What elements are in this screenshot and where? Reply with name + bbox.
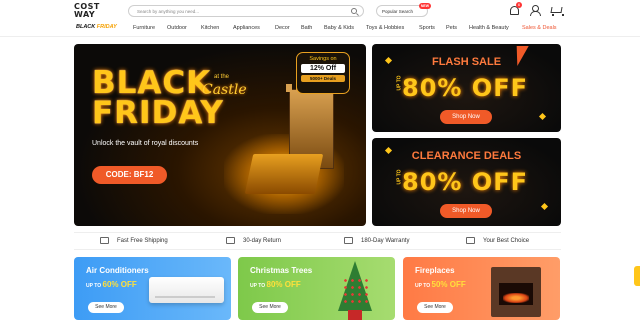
category-pct: 80% OFF — [266, 280, 301, 289]
see-more-button[interactable]: See More — [417, 302, 453, 313]
clearance-off: 80% OFF — [402, 168, 528, 196]
category-card-air-conditioners[interactable]: Air Conditioners UP TO 60% OFF See More — [74, 257, 231, 320]
hero-title-line2: FRIDAY — [92, 95, 224, 131]
feature-return: 30-day Return — [226, 237, 281, 244]
user-icon[interactable] — [529, 4, 541, 16]
truck-icon — [100, 237, 109, 244]
category-discount: UP TO 50% OFF — [415, 280, 466, 289]
tree-pot — [348, 310, 362, 320]
nav-item-furniture[interactable]: Furniture — [133, 25, 155, 31]
see-more-button[interactable]: See More — [88, 302, 124, 313]
hero-subtitle: Unlock the vault of royal discounts — [92, 140, 199, 147]
category-title: Air Conditioners — [86, 266, 149, 275]
black-friday-nav-logo[interactable]: BLACK FRIDAY — [76, 24, 117, 30]
tree-ornaments — [342, 277, 368, 307]
flash-sale-title: FLASH SALE — [431, 56, 502, 68]
side-feedback-tab[interactable] — [634, 266, 640, 286]
carousel-dots[interactable] — [280, 217, 298, 226]
nav-item-sales-deals[interactable]: Sales & Deals — [522, 25, 557, 31]
category-up-to: UP TO — [250, 283, 267, 289]
shield-icon — [344, 237, 353, 244]
popular-search-label: Popular Search — [382, 9, 414, 14]
category-up-to: UP TO — [86, 283, 103, 289]
savings-value: 12% Off — [301, 64, 345, 73]
savings-label: Savings on — [309, 56, 337, 62]
feature-return-label: 30-day Return — [243, 238, 282, 245]
hero-at-the: at the — [214, 74, 230, 80]
search-icon[interactable] — [351, 8, 357, 14]
treasure-chest-image — [244, 154, 324, 194]
features-bar: Fast Free Shipping 30-day Return 180-Day… — [74, 232, 561, 250]
category-discount: UP TO 80% OFF — [250, 280, 301, 289]
category-up-to: UP TO — [415, 283, 432, 289]
see-more-button[interactable]: See More — [252, 302, 288, 313]
diamond-icon — [466, 237, 475, 244]
feature-shipping: Fast Free Shipping — [100, 237, 168, 244]
clearance-title: CLEARANCE DEALS — [411, 150, 522, 162]
nav-item-pets[interactable]: Pets — [446, 25, 457, 31]
nav-item-appliances[interactable]: Appliances — [233, 25, 260, 31]
feature-best-choice: Your Best Choice — [466, 237, 529, 244]
header-divider — [0, 36, 640, 37]
notification-badge: 6 — [516, 2, 522, 8]
box-icon — [226, 237, 235, 244]
category-card-fireplaces[interactable]: Fireplaces UP TO 50% OFF See More — [403, 257, 560, 320]
savings-deals: 5000+ Deals — [301, 75, 345, 82]
clearance-shop-now-button[interactable]: Shop Now — [440, 204, 492, 218]
nav-item-kitchen[interactable]: Kitchen — [201, 25, 219, 31]
category-card-christmas-trees[interactable]: Christmas Trees UP TO 80% OFF See More — [238, 257, 395, 320]
category-title: Christmas Trees — [250, 266, 313, 275]
logo-line2: WAY — [74, 10, 96, 19]
nav-item-sports[interactable]: Sports — [419, 25, 435, 31]
nav-item-bath[interactable]: Bath — [301, 25, 312, 31]
top-bar: COST WAY Search by anything you need... … — [0, 0, 640, 22]
category-pct: 60% OFF — [102, 280, 137, 289]
black-friday-hero-banner[interactable]: BLACK FRIDAY at the Castle Unlock the va… — [74, 44, 366, 226]
clearance-deals-banner[interactable]: CLEARANCE DEALS UP TO 80% OFF Shop Now — [372, 138, 561, 226]
hero-title: BLACK FRIDAY — [92, 68, 224, 131]
hero-castle: Castle — [202, 82, 247, 98]
feature-warranty-label: 180-Day Warranty — [361, 238, 410, 245]
nav-item-decor[interactable]: Decor — [275, 25, 290, 31]
new-badge: NEW — [418, 3, 431, 9]
sparkle-icon — [540, 202, 549, 211]
category-pct: 50% OFF — [431, 280, 466, 289]
flash-sale-shop-now-button[interactable]: Shop Now — [440, 110, 492, 124]
search-input[interactable]: Search by anything you need... — [128, 5, 364, 17]
savings-badge: Savings on 12% Off 5000+ Deals — [296, 52, 350, 94]
costway-logo[interactable]: COST WAY — [74, 3, 112, 20]
nav-item-toys-hobbies[interactable]: Toys & Hobbies — [366, 25, 404, 31]
popular-search-button[interactable]: Popular Search NEW — [376, 3, 431, 17]
flash-sale-off: 80% OFF — [402, 74, 528, 102]
nav-item-health-beauty[interactable]: Health & Beauty — [469, 25, 509, 31]
category-nav: BLACK FRIDAY Furniture Outdoor Kitchen A… — [0, 22, 640, 36]
nav-item-outdoor[interactable]: Outdoor — [167, 25, 187, 31]
category-discount: UP TO 60% OFF — [86, 280, 137, 289]
flash-sale-banner[interactable]: FLASH SALE UP TO 80% OFF Shop Now — [372, 44, 561, 132]
feature-shipping-label: Fast Free Shipping — [117, 238, 168, 245]
bf-logo-b: FRIDAY — [96, 24, 117, 30]
cart-icon[interactable] — [550, 4, 564, 16]
promo-code-button[interactable]: CODE: BF12 — [92, 166, 167, 184]
fireplace-image — [491, 267, 541, 317]
feature-best-choice-label: Your Best Choice — [483, 238, 530, 245]
search-placeholder: Search by anything you need... — [137, 8, 200, 14]
nav-item-baby-kids[interactable]: Baby & Kids — [324, 25, 354, 31]
air-conditioner-image — [149, 277, 224, 303]
sparkle-icon — [538, 112, 547, 121]
bf-logo-a: BLACK — [76, 24, 97, 30]
category-title: Fireplaces — [415, 266, 455, 275]
feature-warranty: 180-Day Warranty — [344, 237, 409, 244]
